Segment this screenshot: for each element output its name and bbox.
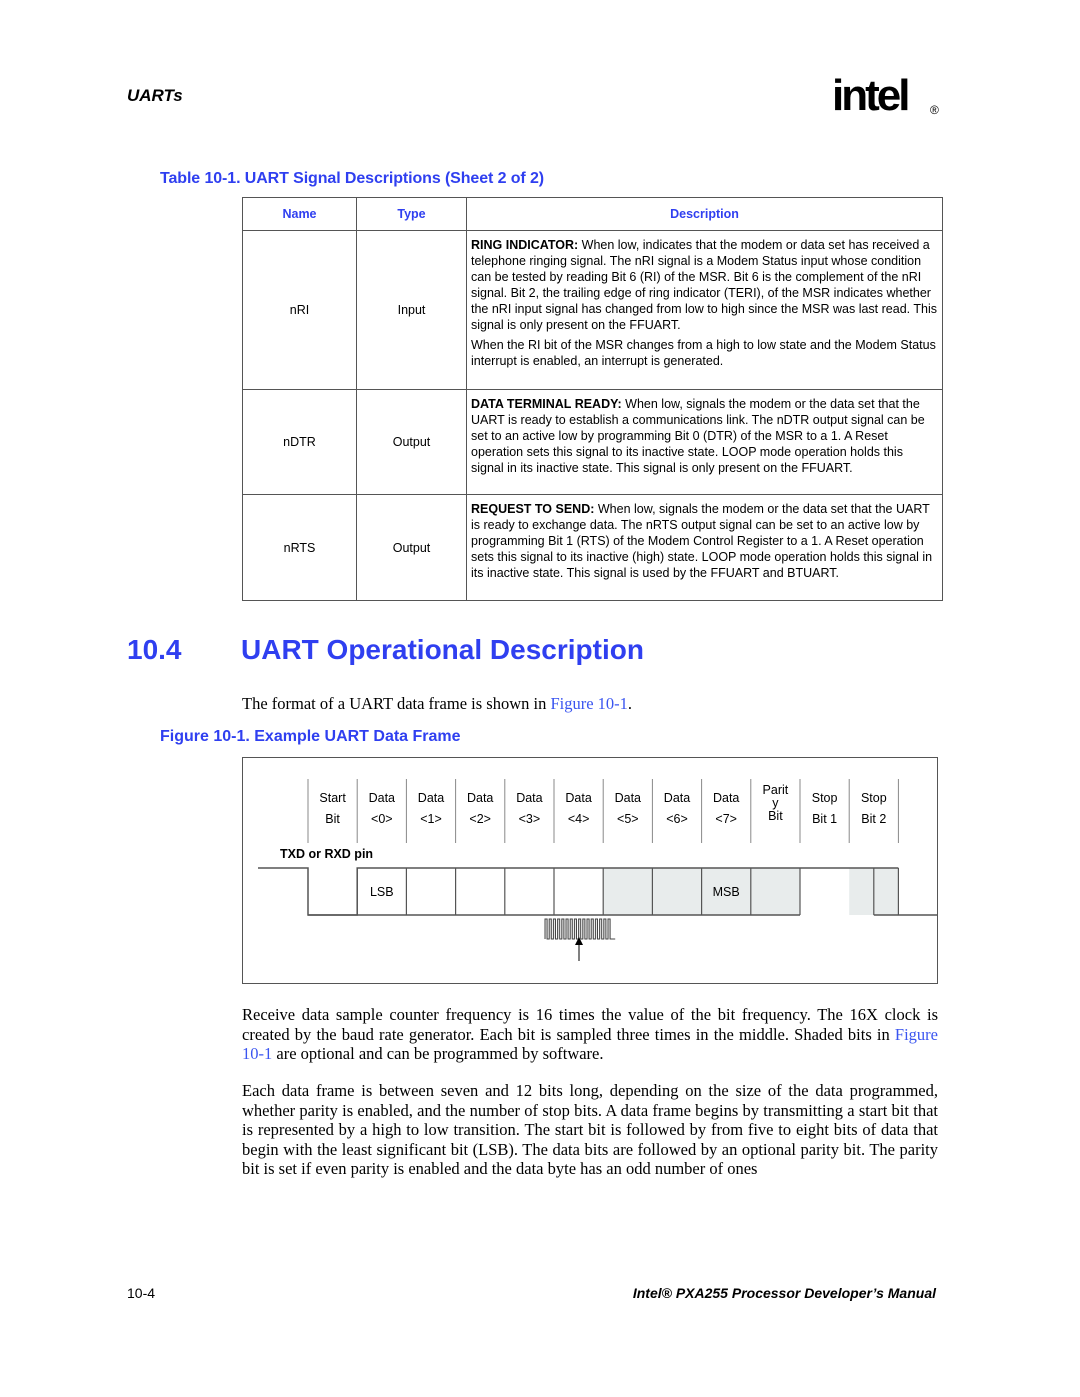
- bit-label: Data: [615, 791, 641, 805]
- signal-name: nDTR: [242, 389, 357, 495]
- bit-label: Parit: [763, 783, 789, 797]
- sample-clock-pulses: [544, 918, 616, 940]
- description-title: RING INDICATOR:: [471, 238, 579, 252]
- registered-mark: ®: [930, 103, 939, 117]
- optional-bit-shade: [603, 868, 653, 915]
- signal-type: Input: [356, 230, 467, 390]
- signal-waveform: [258, 867, 938, 916]
- table-row: nDTR Output DATA TERMINAL READY: When lo…: [242, 389, 943, 495]
- signal-table: Name Type Description nRI Input RING IND…: [242, 197, 943, 601]
- bit-label: Bit 1: [812, 812, 837, 826]
- optional-bit-shade: [652, 868, 702, 915]
- signal-name: nRI: [242, 230, 357, 390]
- signal-type: Output: [356, 389, 467, 495]
- uart-frame-diagram: Start Bit Data <0> Data <1> Data <2> Data <3> Data…: [258, 779, 938, 961]
- bit-label: Start: [319, 791, 346, 805]
- bit-label: Data: [565, 791, 591, 805]
- bit-label: Data: [418, 791, 444, 805]
- bit-label: <2>: [469, 812, 491, 826]
- bit-label: Bit 2: [861, 812, 886, 826]
- bit-label: <5>: [617, 812, 639, 826]
- bit-inner-label: LSB: [370, 885, 394, 899]
- bit-label: Data: [369, 791, 395, 805]
- bit-column-dividers: [307, 779, 899, 843]
- table-caption: Table 10-1. UART Signal Descriptions (Sh…: [160, 170, 545, 187]
- bit-label: <6>: [666, 812, 688, 826]
- signal-description: REQUEST TO SEND: When low, signals the m…: [466, 494, 943, 601]
- description-title: REQUEST TO SEND:: [471, 502, 595, 516]
- body-paragraph-2: Each data frame is between seven and 12 …: [242, 1081, 938, 1179]
- sample-arrow-icon: [575, 937, 583, 961]
- signal-description: RING INDICATOR: When low, indicates that…: [466, 230, 943, 390]
- bit-label: Bit: [325, 812, 340, 826]
- description-text: When low, indicates that the modem or da…: [471, 238, 937, 332]
- figure-caption: Figure 10-1. Example UART Data Frame: [160, 728, 461, 745]
- intel-logo-text: intel: [832, 71, 908, 120]
- section-title: UART Operational Description: [241, 634, 644, 665]
- para1-text: Receive data sample counter frequency is…: [242, 1005, 938, 1044]
- bit-label: Data: [713, 791, 739, 805]
- description-extra: When the RI bit of the MSR changes from …: [471, 338, 936, 368]
- column-header-description: Description: [466, 197, 943, 231]
- bit-label: <3>: [519, 812, 541, 826]
- bit-label: <1>: [420, 812, 442, 826]
- footer-manual-title: Intel® PXA255 Processor Developer’s Manu…: [632, 1285, 936, 1301]
- bit-label: <0>: [371, 812, 393, 826]
- bit-label: y: [772, 796, 779, 810]
- page-number: 10-4: [127, 1285, 156, 1301]
- table-row: nRI Input RING INDICATOR: When low, indi…: [242, 230, 943, 390]
- bit-label: Bit: [768, 809, 783, 823]
- intro-text: The format of a UART data frame is shown…: [242, 694, 551, 713]
- section-heading: 10.4 UART Operational Description: [127, 634, 644, 666]
- sample-clock: [544, 918, 616, 940]
- body-paragraph-1: Receive data sample counter frequency is…: [242, 1005, 938, 1064]
- bit-label: Data: [467, 791, 493, 805]
- section-number: 10.4: [127, 634, 182, 665]
- bit-label: <4>: [568, 812, 590, 826]
- signal-type: Output: [356, 494, 467, 601]
- bit-label: Data: [664, 791, 690, 805]
- chapter-label: UARTs: [127, 86, 183, 105]
- column-header-name: Name: [242, 197, 357, 231]
- figure-link[interactable]: Figure 10-1: [550, 694, 627, 713]
- column-header-type: Type: [356, 197, 467, 231]
- bit-label: Stop: [812, 791, 838, 805]
- description-title: DATA TERMINAL READY:: [471, 397, 622, 411]
- bit-label: Stop: [861, 791, 887, 805]
- table-row: nRTS Output REQUEST TO SEND: When low, s…: [242, 494, 943, 601]
- bit-label: Data: [516, 791, 542, 805]
- intel-logo: intel ®: [832, 71, 939, 120]
- para1-end: are optional and can be programmed by so…: [272, 1044, 604, 1064]
- waveform-high-path: [258, 867, 899, 916]
- optional-bit-shade: [750, 868, 800, 915]
- intro-paragraph: The format of a UART data frame is shown…: [242, 694, 632, 714]
- signal-description: DATA TERMINAL READY: When low, signals t…: [466, 389, 943, 495]
- bit-inner-label: MSB: [713, 885, 740, 899]
- signal-name: nRTS: [242, 494, 357, 601]
- bit-label: <7>: [715, 812, 737, 826]
- table-header-row: Name Type Description: [242, 197, 943, 231]
- intro-end: .: [627, 694, 633, 713]
- pin-label: TXD or RXD pin: [280, 847, 373, 861]
